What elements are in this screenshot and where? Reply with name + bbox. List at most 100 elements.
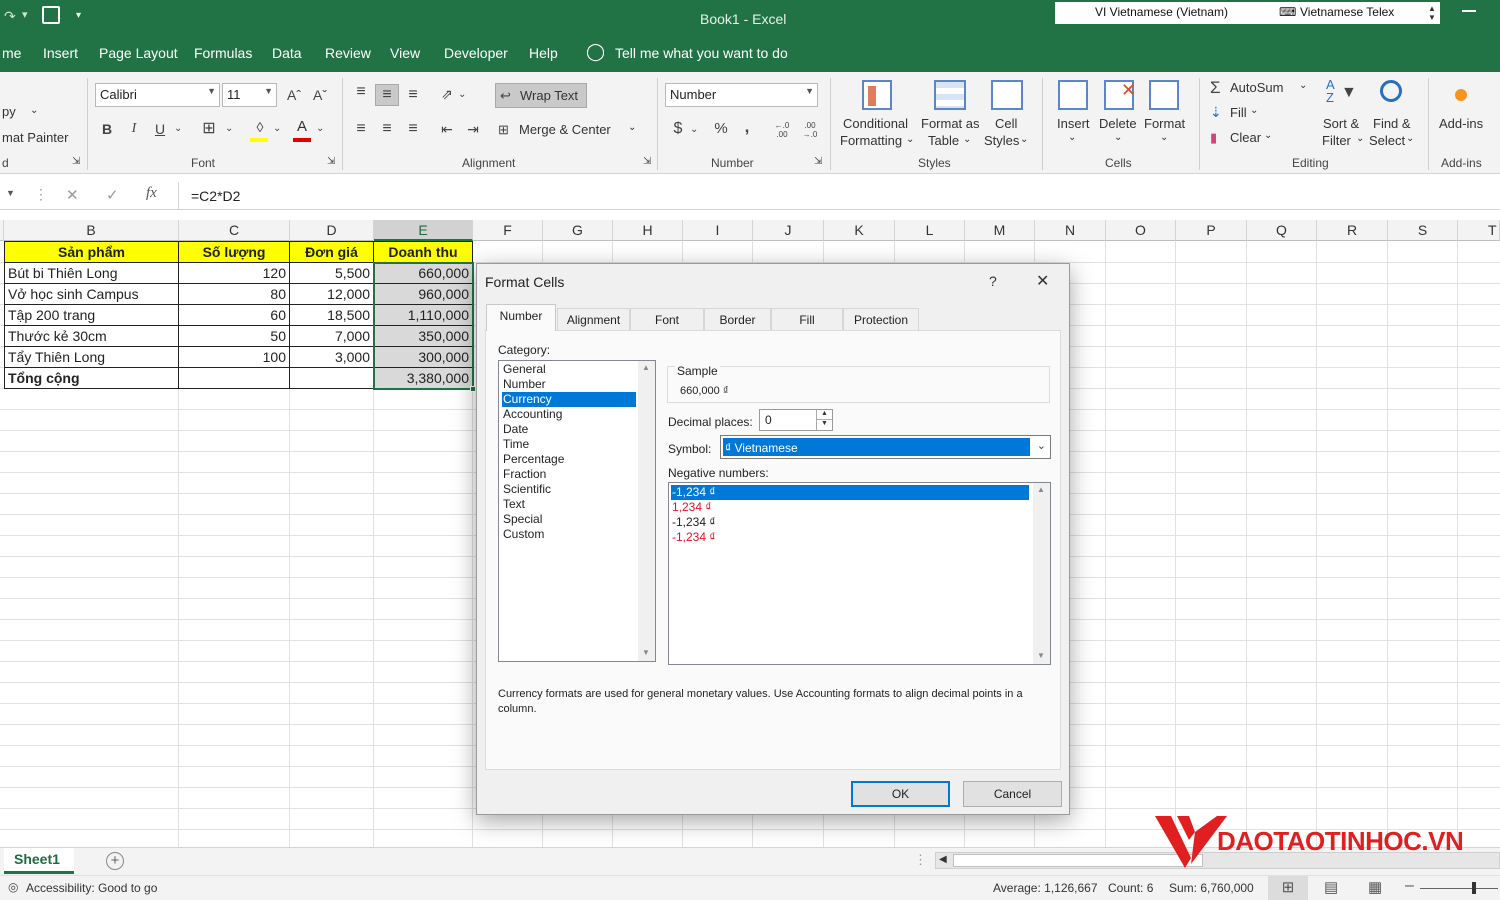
table-cell[interactable]: 18,500 bbox=[290, 305, 374, 326]
table-cell[interactable]: Tẩy Thiên Long bbox=[5, 347, 179, 368]
increase-font-size-icon[interactable]: Aˆ bbox=[284, 85, 304, 105]
category-item[interactable]: Text bbox=[502, 497, 636, 512]
tab-border[interactable]: Border bbox=[704, 308, 771, 330]
negative-format-item-red[interactable]: 1,234 ₫ bbox=[671, 500, 1029, 515]
number-format-box[interactable]: Number ▼ bbox=[665, 83, 818, 107]
orientation-dropdown-icon[interactable]: ⌄ bbox=[458, 85, 466, 105]
column-header-o[interactable]: O bbox=[1106, 220, 1176, 241]
number-launcher-icon[interactable]: ⇲ bbox=[814, 156, 822, 167]
column-header-f[interactable]: F bbox=[473, 220, 543, 241]
average-readout[interactable]: Average: 1,126,667 bbox=[993, 881, 1098, 895]
category-item[interactable]: Time bbox=[502, 437, 636, 452]
table-header-cell[interactable]: Sản phẩm bbox=[5, 242, 179, 263]
underline-button[interactable]: U bbox=[150, 119, 170, 139]
accessibility-status[interactable]: Accessibility: Good to go bbox=[26, 881, 157, 895]
tab-alignment[interactable]: Alignment bbox=[557, 308, 630, 330]
count-readout[interactable]: Count: 6 bbox=[1108, 881, 1153, 895]
column-header-m[interactable]: M bbox=[965, 220, 1035, 241]
fill-color-icon[interactable]: ◊ bbox=[250, 119, 270, 139]
font-name-box[interactable]: Calibri ▼ bbox=[95, 83, 220, 107]
format-as-table-label-1[interactable]: Format as bbox=[921, 116, 980, 131]
accounting-dropdown-icon[interactable]: ⌄ bbox=[690, 120, 698, 140]
menu-page-layout[interactable]: Page Layout bbox=[99, 45, 178, 61]
column-header-h[interactable]: H bbox=[613, 220, 683, 241]
formula-input[interactable]: =C2*D2 bbox=[178, 182, 1500, 210]
redo-dropdown-icon[interactable]: ▾ bbox=[22, 8, 28, 21]
page-break-view-icon[interactable]: ▦ bbox=[1368, 878, 1382, 896]
column-header-b[interactable]: B bbox=[4, 220, 179, 241]
copy-button[interactable]: py bbox=[2, 104, 16, 119]
format-as-table-label-2[interactable]: Table bbox=[928, 133, 959, 148]
add-sheet-button[interactable]: + bbox=[106, 852, 124, 870]
top-align-icon[interactable]: ≡ bbox=[351, 82, 371, 102]
sort-filter-label-2[interactable]: Filter bbox=[1322, 133, 1351, 148]
menu-review[interactable]: Review bbox=[325, 45, 371, 61]
redo-icon[interactable]: ↷ bbox=[4, 8, 16, 25]
table-cell[interactable]: 80 bbox=[179, 284, 290, 305]
scroll-down-icon[interactable]: ▼ bbox=[1037, 651, 1045, 660]
cell-styles-label-1[interactable]: Cell bbox=[995, 116, 1017, 131]
scroll-down-icon[interactable]: ▼ bbox=[642, 648, 650, 657]
zoom-slider[interactable] bbox=[1420, 888, 1498, 889]
scroll-up-icon[interactable]: ▲ bbox=[642, 363, 650, 372]
column-header-r[interactable]: R bbox=[1317, 220, 1388, 241]
alignment-launcher-icon[interactable]: ⇲ bbox=[643, 156, 651, 167]
find-select-label-1[interactable]: Find & bbox=[1373, 116, 1411, 131]
font-size-box[interactable]: 11 ▼ bbox=[222, 83, 277, 107]
sum-readout[interactable]: Sum: 6,760,000 bbox=[1169, 881, 1254, 895]
print-preview-icon[interactable] bbox=[42, 6, 60, 24]
table-cell[interactable] bbox=[290, 368, 374, 389]
clipboard-launcher-icon[interactable]: ⇲ bbox=[72, 156, 80, 167]
table-cell[interactable]: 12,000 bbox=[290, 284, 374, 305]
language-bar-options-icon[interactable]: ▲ ▼ bbox=[1428, 4, 1436, 22]
sheet-tab[interactable]: Sheet1 bbox=[4, 848, 74, 874]
category-item[interactable]: Number bbox=[502, 377, 636, 392]
tab-font[interactable]: Font bbox=[630, 308, 704, 330]
column-header-c[interactable]: C bbox=[179, 220, 290, 241]
decrease-decimal-button[interactable]: .00 →.0 bbox=[798, 121, 822, 139]
percent-style-button[interactable]: % bbox=[712, 119, 730, 139]
conditional-formatting-label-2[interactable]: Formatting bbox=[840, 133, 902, 148]
category-list[interactable]: General Number Currency Accounting Date … bbox=[498, 360, 656, 662]
table-cell[interactable]: 120 bbox=[179, 263, 290, 284]
orientation-icon[interactable]: ⇗ bbox=[437, 84, 457, 104]
comma-style-button[interactable]: , bbox=[740, 117, 754, 137]
confirm-entry-icon[interactable]: ✓ bbox=[106, 186, 119, 204]
borders-dropdown-icon[interactable]: ⌄ bbox=[225, 119, 233, 139]
column-header-e[interactable]: E bbox=[374, 220, 473, 241]
table-header-cell[interactable]: Đơn giá bbox=[290, 242, 374, 263]
column-header-j[interactable]: J bbox=[753, 220, 824, 241]
table-cell[interactable]: 3,000 bbox=[290, 347, 374, 368]
negative-format-item-selected[interactable]: -1,234 ₫ bbox=[671, 485, 1029, 500]
increase-indent-icon[interactable]: ⇥ bbox=[463, 119, 483, 139]
menu-home[interactable]: me bbox=[2, 45, 21, 61]
menu-insert[interactable]: Insert bbox=[43, 45, 78, 61]
category-item[interactable]: General bbox=[502, 362, 636, 377]
align-center-icon[interactable]: ≡ bbox=[377, 119, 397, 139]
normal-view-icon[interactable]: ⊞ bbox=[1268, 876, 1308, 900]
tab-fill[interactable]: Fill bbox=[771, 308, 843, 330]
increase-decimal-button[interactable]: ←.0 .00 bbox=[770, 121, 794, 139]
symbol-dropdown[interactable]: ₫ Vietnamese ⌄ bbox=[720, 435, 1051, 459]
language-indicator[interactable]: VI Vietnamese (Vietnam) bbox=[1095, 5, 1228, 19]
cell-styles-label-2[interactable]: Styles bbox=[984, 133, 1019, 148]
category-item[interactable]: Custom bbox=[502, 527, 636, 542]
format-cells-button[interactable]: Format bbox=[1144, 116, 1185, 131]
font-color-icon[interactable]: A bbox=[294, 118, 310, 135]
scroll-left-icon[interactable]: ◀ bbox=[939, 854, 947, 865]
table-cell[interactable]: Vở học sinh Campus bbox=[5, 284, 179, 305]
wrap-text-button[interactable]: ↩ Wrap Text bbox=[495, 83, 587, 108]
insert-cells-button[interactable]: Insert bbox=[1057, 116, 1090, 131]
scroll-up-icon[interactable]: ▲ bbox=[1037, 485, 1045, 494]
decimal-places-spinner[interactable]: 0 ▲ ▼ bbox=[759, 409, 833, 431]
category-item[interactable]: Scientific bbox=[502, 482, 636, 497]
table-cell[interactable]: Tập 200 trang bbox=[5, 305, 179, 326]
column-header-n[interactable]: N bbox=[1035, 220, 1106, 241]
column-header-i[interactable]: I bbox=[683, 220, 753, 241]
insert-function-icon[interactable]: fx bbox=[146, 185, 157, 202]
copy-dropdown-icon[interactable]: ⌄ bbox=[30, 105, 38, 116]
category-item[interactable]: Date bbox=[502, 422, 636, 437]
conditional-formatting-label-1[interactable]: Conditional bbox=[843, 116, 908, 131]
menu-view[interactable]: View bbox=[390, 45, 420, 61]
table-cell[interactable]: 5,500 bbox=[290, 263, 374, 284]
